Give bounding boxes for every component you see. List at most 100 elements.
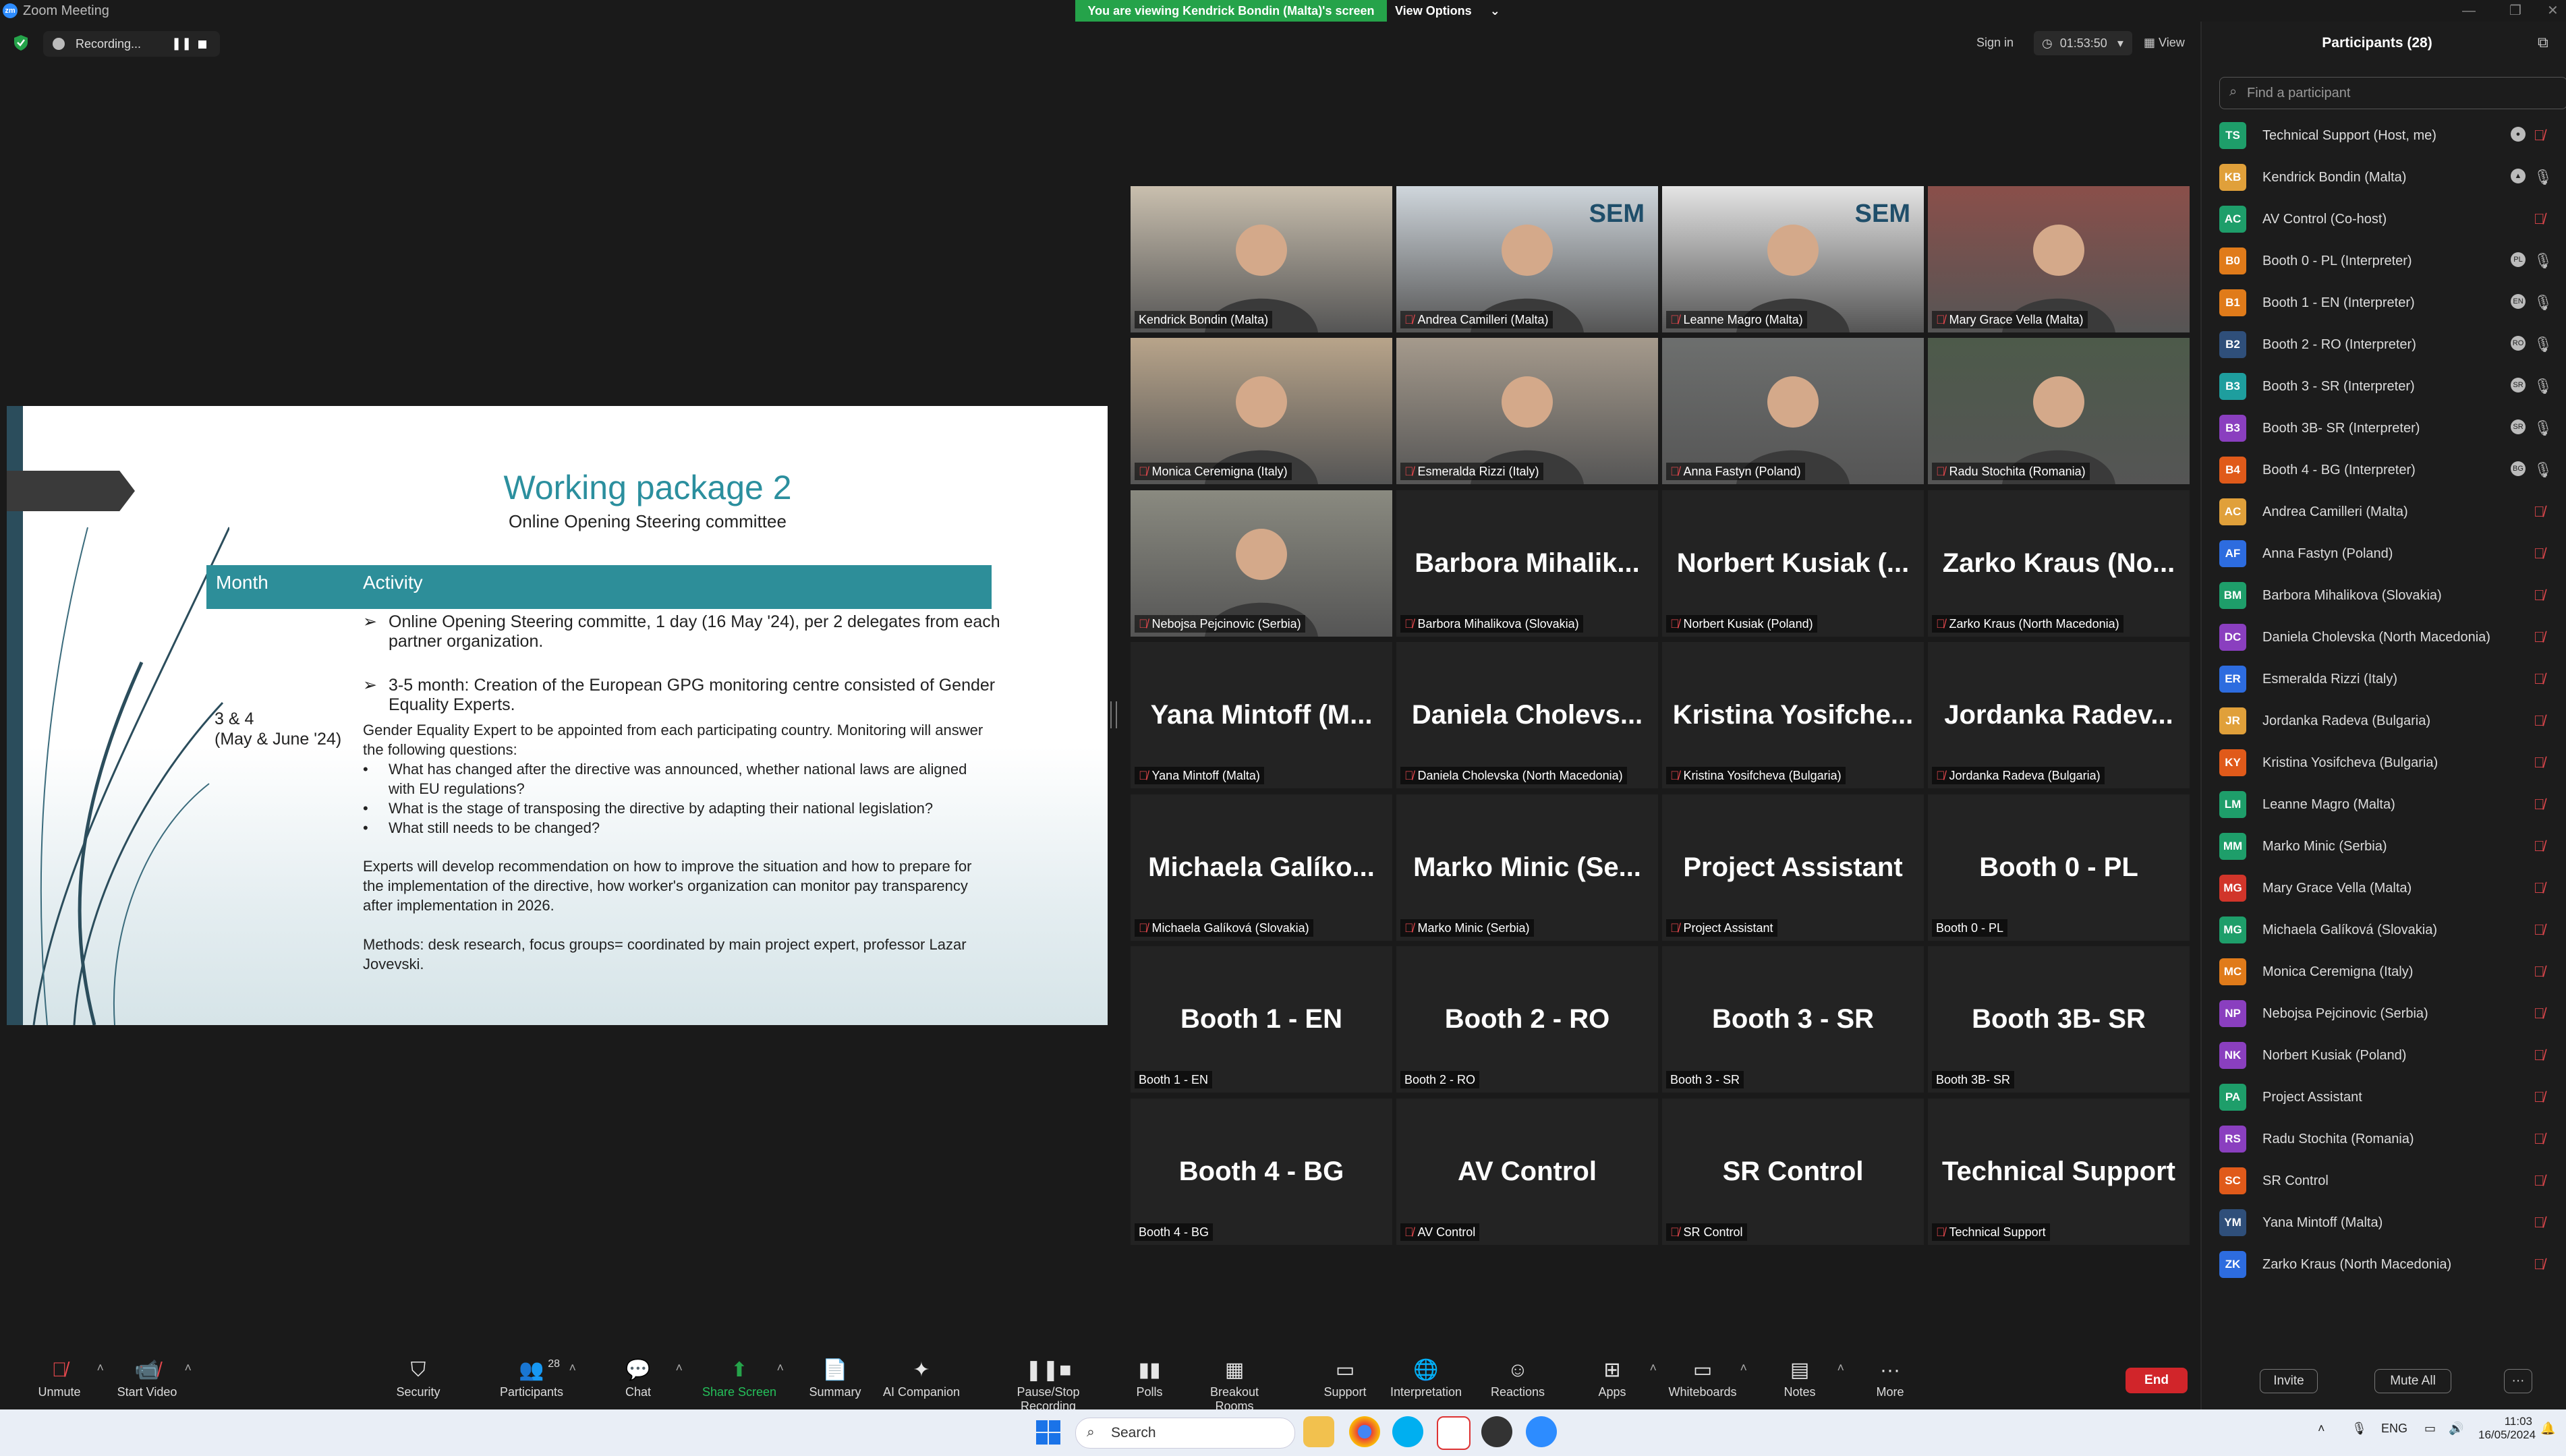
video-tile[interactable]: Booth 0 - PL Booth 0 - PL: [1928, 794, 2190, 941]
video-tile[interactable]: Norbert Kusiak (... 🎙̸ Norbert Kusiak (Pol…: [1662, 490, 1924, 637]
mic-icon[interactable]: 🎙: [2534, 252, 2553, 270]
video-tile[interactable]: Yana Mintoff (M... 🎙̸ Yana Mintoff (Malta): [1131, 642, 1392, 788]
video-tile[interactable]: SR Control 🎙̸ SR Control: [1662, 1099, 1924, 1245]
more-options-button[interactable]: ···: [2504, 1369, 2532, 1393]
caret-up-icon[interactable]: ˄: [96, 1361, 104, 1375]
caret-up-icon[interactable]: ˄: [675, 1361, 683, 1375]
participant-row[interactable]: PA Project Assistant 🎙̸: [2219, 1075, 2566, 1117]
view-button[interactable]: ▦ View: [2144, 36, 2185, 50]
caret-up-icon[interactable]: ˄: [569, 1361, 576, 1375]
volume-icon[interactable]: 🔊: [2449, 1422, 2463, 1436]
video-tile[interactable]: 🎙̸ Nebojsa Pejcinovic (Serbia): [1131, 490, 1392, 637]
popout-icon[interactable]: ⧉: [2538, 34, 2548, 51]
support-button[interactable]: ▭ Support: [1305, 1356, 1386, 1409]
participant-row[interactable]: ZK Zarko Kraus (North Macedonia) 🎙̸: [2219, 1242, 2566, 1284]
taskbar-clock[interactable]: 11:03 16/05/2024: [2478, 1415, 2536, 1442]
skype-icon[interactable]: [1392, 1416, 1423, 1447]
video-tile[interactable]: Booth 2 - RO Booth 2 - RO: [1396, 946, 1658, 1093]
view-options-button[interactable]: View Options ⌄: [1395, 0, 1510, 22]
pause-stop-recording-button[interactable]: ❚❚■ Pause/Stop Recording: [988, 1356, 1109, 1413]
meeting-timer[interactable]: ◷ 01:53:50 ▾: [2034, 31, 2132, 55]
video-tile[interactable]: Daniela Cholevs... 🎙̸ Daniela Cholevska (N…: [1396, 642, 1658, 788]
minimize-icon[interactable]: —: [2462, 0, 2476, 22]
davinci-icon[interactable]: [1481, 1416, 1512, 1447]
video-tile[interactable]: Project Assistant 🎙̸ Project Assistant: [1662, 794, 1924, 941]
mic-icon[interactable]: 🎙: [2534, 169, 2553, 186]
mic-muted-icon[interactable]: 🎙̸: [2534, 1256, 2545, 1273]
participant-row[interactable]: JR Jordanka Radeva (Bulgaria) 🎙̸: [2219, 699, 2566, 740]
video-tile[interactable]: Technical Support 🎙̸ Technical Support: [1928, 1099, 2190, 1245]
participant-row[interactable]: MM Marko Minic (Serbia) 🎙̸: [2219, 824, 2566, 866]
video-tile[interactable]: Kendrick Bondin (Malta): [1131, 186, 1392, 332]
caret-up-icon[interactable]: ˄: [184, 1361, 192, 1375]
mic-muted-icon[interactable]: 🎙̸: [2534, 503, 2545, 521]
mic-icon[interactable]: 🎙: [2534, 378, 2553, 395]
mic-muted-icon[interactable]: 🎙̸: [2534, 1088, 2545, 1106]
more-button[interactable]: ··· More: [1850, 1356, 1931, 1409]
mute-all-button[interactable]: Mute All: [2374, 1369, 2451, 1393]
participant-row[interactable]: B1 Booth 1 - EN (Interpreter) EN 🎙: [2219, 281, 2566, 322]
participant-row[interactable]: B2 Booth 2 - RO (Interpreter) RO 🎙: [2219, 322, 2566, 364]
video-tile[interactable]: Marko Minic (Se... 🎙̸ Marko Minic (Serbia): [1396, 794, 1658, 941]
mic-muted-icon[interactable]: 🎙̸: [2534, 921, 2545, 939]
participant-search-input[interactable]: ⌕ Find a participant: [2219, 77, 2566, 109]
taskbar-search[interactable]: ⌕ Search: [1075, 1418, 1295, 1449]
stop-icon[interactable]: [198, 40, 206, 49]
mic-muted-icon[interactable]: 🎙̸: [2534, 1005, 2545, 1022]
mic-muted-icon[interactable]: 🎙̸: [2534, 963, 2545, 981]
pause-icon[interactable]: ❚❚: [171, 36, 192, 51]
mic-muted-icon[interactable]: 🎙̸: [2534, 796, 2545, 813]
file-explorer-icon[interactable]: [1303, 1416, 1334, 1447]
participant-row[interactable]: SC SR Control 🎙̸: [2219, 1159, 2566, 1200]
encryption-shield-icon[interactable]: [12, 34, 30, 51]
participant-row[interactable]: LM Leanne Magro (Malta) 🎙̸: [2219, 782, 2566, 824]
end-meeting-button[interactable]: End: [2126, 1368, 2188, 1393]
mic-muted-icon[interactable]: 🎙̸: [2534, 838, 2545, 855]
participant-row[interactable]: RS Radu Stochita (Romania) 🎙̸: [2219, 1117, 2566, 1159]
video-tile[interactable]: 🎙̸ Monica Ceremigna (Italy): [1131, 338, 1392, 484]
participant-row[interactable]: B3 Booth 3B- SR (Interpreter) SR 🎙: [2219, 406, 2566, 448]
mic-muted-icon[interactable]: 🎙̸: [2534, 1214, 2545, 1231]
reactions-button[interactable]: ☺ Reactions: [1477, 1356, 1558, 1409]
video-tile[interactable]: Michaela Galíko... 🎙̸ Michaela Galíková (S…: [1131, 794, 1392, 941]
mic-muted-icon[interactable]: 🎙̸: [2534, 545, 2545, 562]
participants-button[interactable]: 👥 28 ˄ Participants: [491, 1356, 576, 1409]
split-resize-handle[interactable]: [1110, 701, 1117, 728]
mic-icon[interactable]: 🎙: [2534, 461, 2553, 479]
mic-muted-icon[interactable]: 🎙̸: [2534, 1130, 2545, 1148]
caret-up-icon[interactable]: ˄: [1649, 1361, 1657, 1375]
participant-row[interactable]: B0 Booth 0 - PL (Interpreter) PL 🎙: [2219, 239, 2566, 281]
participant-row[interactable]: KY Kristina Yosifcheva (Bulgaria) 🎙̸: [2219, 740, 2566, 782]
mic-muted-icon[interactable]: 🎙̸: [2534, 127, 2545, 144]
mic-muted-icon[interactable]: 🎙̸: [2534, 670, 2545, 688]
tray-chevron-icon[interactable]: ˄: [2318, 1422, 2325, 1436]
chat-button[interactable]: 💬 ˄ Chat: [598, 1356, 683, 1409]
start-video-button[interactable]: 📹̸ ˄ Start Video: [107, 1356, 192, 1409]
caret-up-icon[interactable]: ˄: [1837, 1361, 1844, 1375]
invite-button[interactable]: Invite: [2260, 1369, 2318, 1393]
participant-row[interactable]: B3 Booth 3 - SR (Interpreter) SR 🎙: [2219, 364, 2566, 406]
video-tile[interactable]: Barbora Mihalik... 🎙̸ Barbora Mihalikova (…: [1396, 490, 1658, 637]
notification-bell-icon[interactable]: 🔔: [2540, 1422, 2555, 1436]
video-tile[interactable]: SEM 🎙̸ Andrea Camilleri (Malta): [1396, 186, 1658, 332]
video-tile[interactable]: Jordanka Radev... 🎙̸ Jordanka Radeva (Bulg…: [1928, 642, 2190, 788]
video-tile[interactable]: 🎙̸ Esmeralda Rizzi (Italy): [1396, 338, 1658, 484]
video-tile[interactable]: Booth 3B- SR Booth 3B- SR: [1928, 946, 2190, 1093]
mic-muted-icon[interactable]: 🎙̸: [2534, 1047, 2545, 1064]
participant-row[interactable]: B4 Booth 4 - BG (Interpreter) BG 🎙: [2219, 448, 2566, 490]
participant-row[interactable]: MG Mary Grace Vella (Malta) 🎙̸: [2219, 866, 2566, 908]
snipping-tool-icon[interactable]: [1437, 1416, 1471, 1450]
interpretation-button[interactable]: 🌐 Interpretation: [1386, 1356, 1466, 1409]
mic-muted-icon[interactable]: 🎙̸: [2534, 587, 2545, 604]
network-icon[interactable]: ▭: [2424, 1422, 2436, 1436]
participant-row[interactable]: DC Daniela Cholevska (North Macedonia) 🎙̸: [2219, 615, 2566, 657]
participant-row[interactable]: AF Anna Fastyn (Poland) 🎙̸: [2219, 531, 2566, 573]
participant-row[interactable]: NP Nebojsa Pejcinovic (Serbia) 🎙̸: [2219, 991, 2566, 1033]
chrome-icon[interactable]: [1349, 1416, 1380, 1447]
close-icon[interactable]: ✕: [2547, 0, 2559, 22]
video-tile[interactable]: 🎙̸ Radu Stochita (Romania): [1928, 338, 2190, 484]
mic-muted-icon[interactable]: 🎙̸: [2534, 210, 2545, 228]
ai-companion-button[interactable]: ✦ AI Companion: [881, 1356, 962, 1409]
video-tile[interactable]: SEM 🎙̸ Leanne Magro (Malta): [1662, 186, 1924, 332]
video-tile[interactable]: Booth 4 - BG Booth 4 - BG: [1131, 1099, 1392, 1245]
